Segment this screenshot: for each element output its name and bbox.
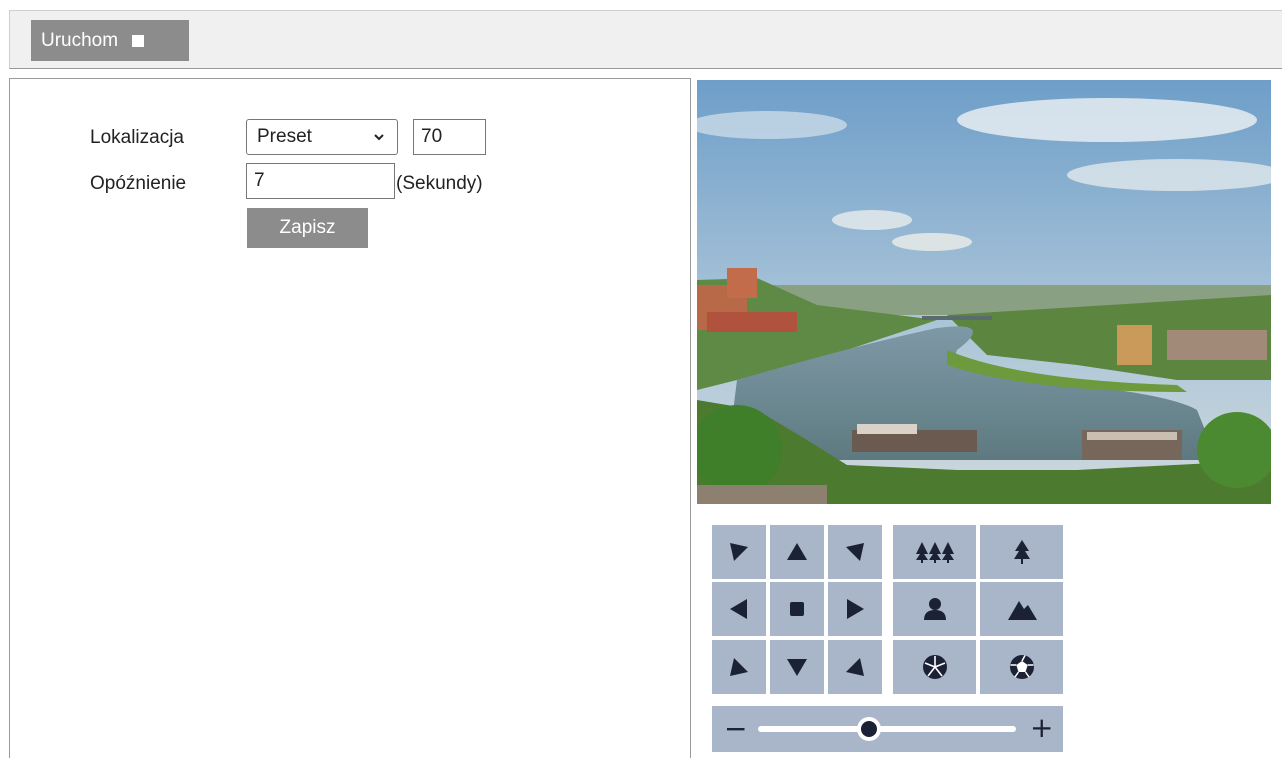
pan-left-button[interactable]: [712, 582, 766, 636]
delay-unit-label: (Sekundy): [396, 173, 483, 194]
pan-right-button[interactable]: [828, 582, 882, 636]
run-button[interactable]: Uruchom: [31, 20, 189, 61]
top-toolbar: Uruchom: [9, 10, 1282, 69]
zoom-in-button[interactable]: [980, 525, 1063, 579]
aperture-open-icon: [1009, 655, 1034, 679]
settings-panel: Lokalizacja Preset Opóźnienie (Sekundy) …: [9, 78, 691, 758]
location-label: Lokalizacja: [90, 127, 184, 148]
slider-thumb[interactable]: [856, 717, 881, 741]
pan-up-left-button[interactable]: [712, 525, 766, 579]
camera-preview: [697, 80, 1271, 504]
arrow-right-icon: [847, 599, 864, 619]
save-button[interactable]: Zapisz: [247, 208, 368, 248]
mountain-icon: [1007, 601, 1037, 620]
arrow-down-right-icon: [846, 658, 864, 676]
pan-up-right-button[interactable]: [828, 525, 882, 579]
slider-plus-label[interactable]: +: [1030, 711, 1053, 744]
delay-label: Opóźnienie: [90, 173, 187, 194]
person-icon: [923, 598, 946, 620]
pan-down-right-button[interactable]: [828, 640, 882, 694]
trees-many-icon: [915, 542, 954, 563]
arrow-up-left-icon: [730, 543, 748, 561]
slider-minus-label[interactable]: −: [724, 712, 747, 745]
slider-track[interactable]: [758, 726, 1016, 732]
iris-open-button[interactable]: [980, 640, 1063, 694]
arrow-up-right-icon: [846, 543, 864, 561]
location-type-value: Preset: [257, 126, 312, 147]
pan-down-left-button[interactable]: [712, 640, 766, 694]
ptz-stop-button[interactable]: [770, 582, 824, 636]
delay-input[interactable]: [246, 163, 395, 199]
pan-up-button[interactable]: [770, 525, 824, 579]
chevron-down-icon: [373, 127, 385, 150]
tree-single-icon: [1013, 540, 1030, 564]
arrow-left-icon: [730, 599, 747, 619]
arrow-down-icon: [787, 659, 807, 676]
iris-close-button[interactable]: [893, 640, 976, 694]
run-button-label: Uruchom: [41, 29, 119, 51]
arrow-down-left-icon: [730, 658, 748, 676]
focus-near-button[interactable]: [893, 582, 976, 636]
pan-down-button[interactable]: [770, 640, 824, 694]
ptz-speed-slider[interactable]: − +: [712, 706, 1063, 752]
zoom-out-button[interactable]: [893, 525, 976, 579]
stop-icon: [790, 602, 804, 616]
preset-number-input[interactable]: [413, 119, 486, 155]
arrow-up-icon: [787, 543, 807, 560]
camera-image: [697, 80, 1271, 504]
focus-far-button[interactable]: [980, 582, 1063, 636]
aperture-closed-icon: [922, 655, 947, 679]
stop-square-icon: [132, 34, 145, 47]
location-type-select[interactable]: Preset: [246, 119, 398, 155]
